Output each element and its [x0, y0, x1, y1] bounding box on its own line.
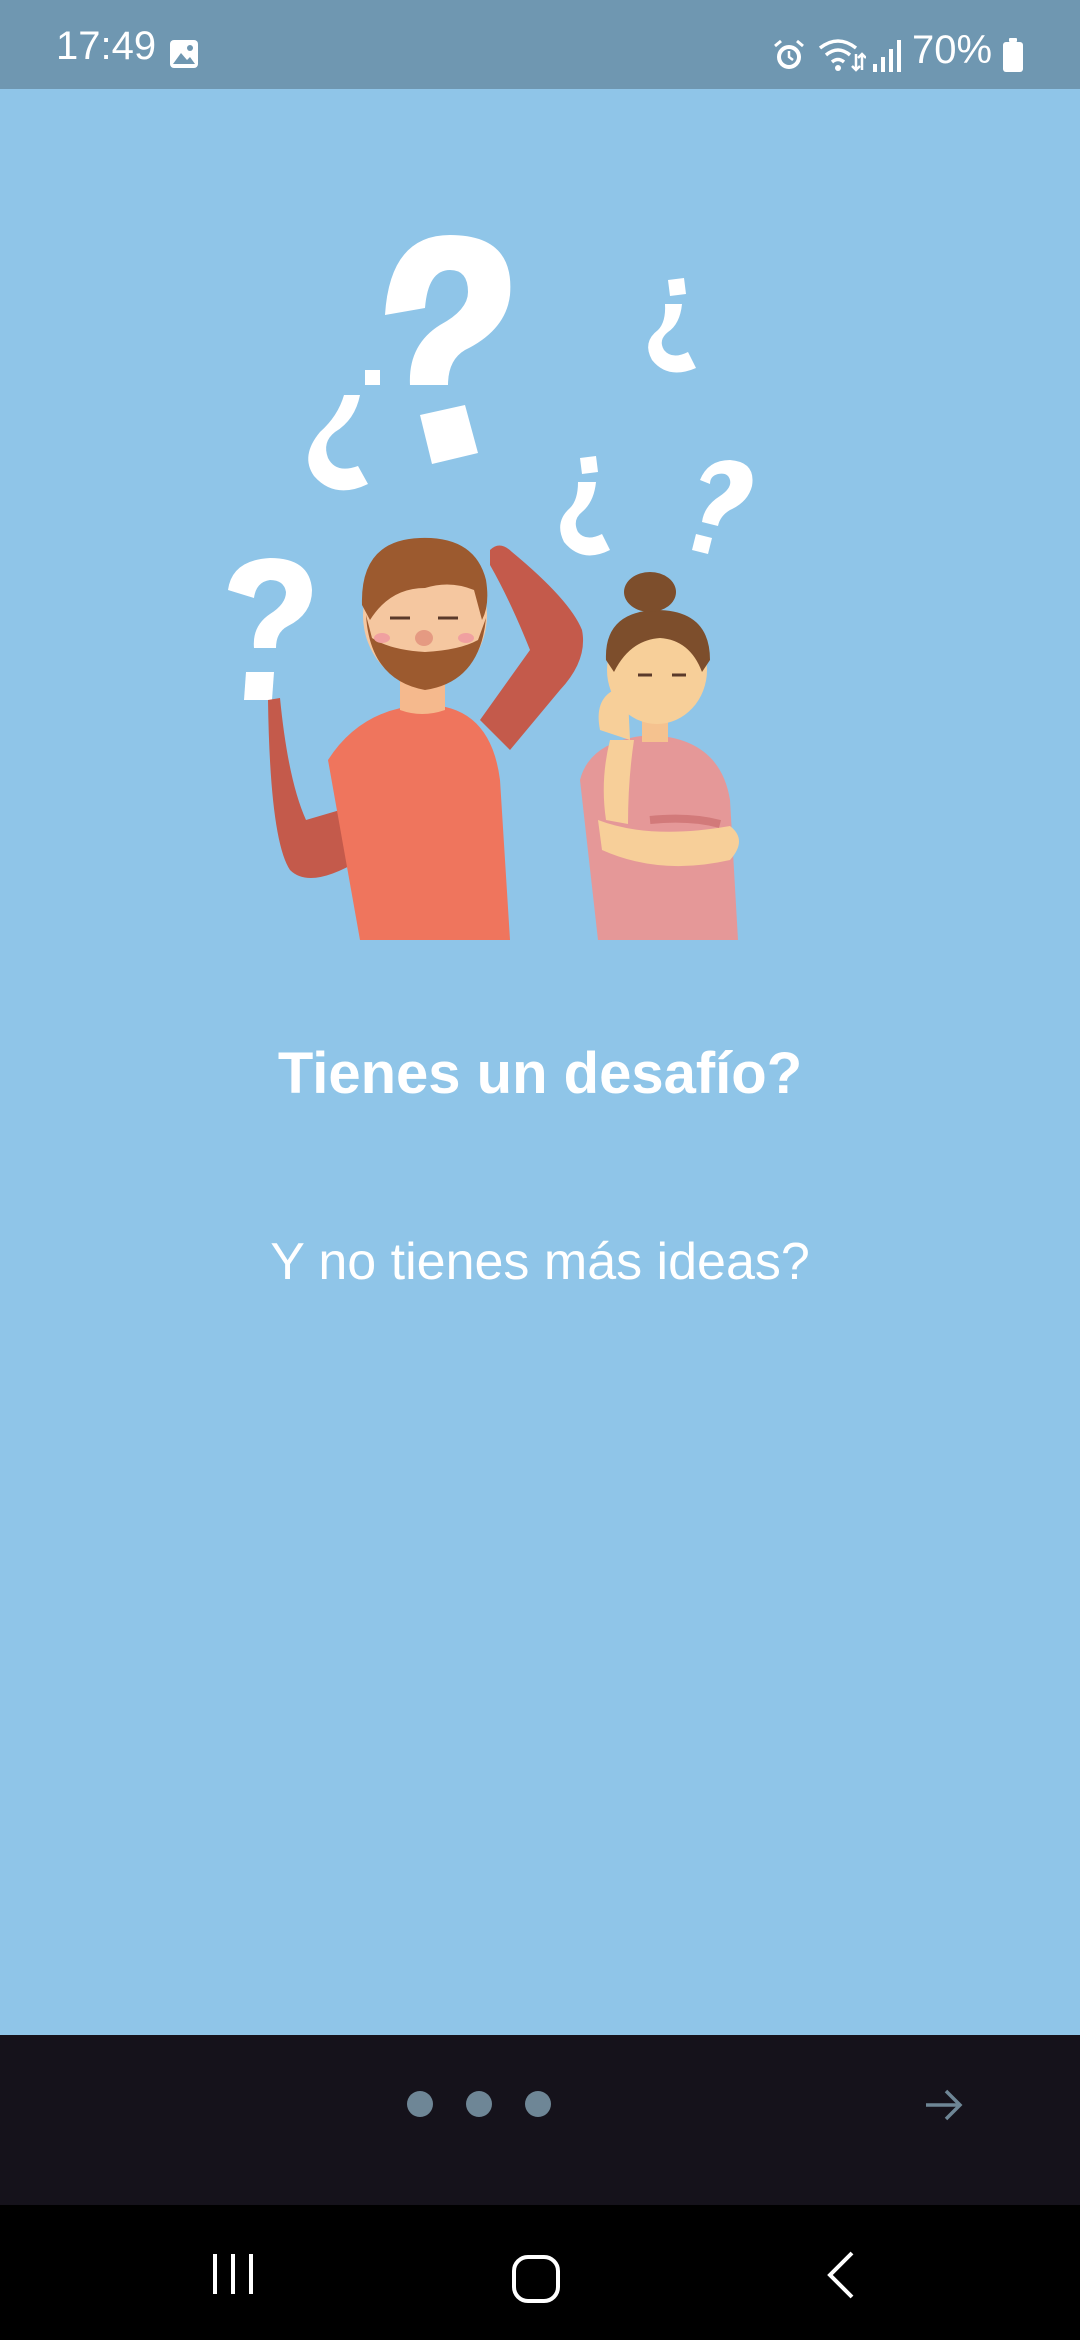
- status-bar: 17:49 70%: [0, 0, 1080, 89]
- status-time: 17:49: [56, 24, 157, 68]
- recents-icon: [213, 2254, 253, 2294]
- back-button[interactable]: [816, 2245, 866, 2305]
- arrow-right-icon: [926, 2089, 963, 2121]
- page-indicator-dot[interactable]: [407, 2091, 433, 2117]
- woman-figure: [580, 572, 739, 940]
- onboarding-screen: 17:49 70% Tienes un desafío? Y no tienes…: [0, 0, 1080, 2340]
- gallery-icon: [170, 40, 198, 68]
- onboarding-bottom-bar: [0, 2035, 1080, 2205]
- signal-icon: [873, 40, 901, 72]
- alarm-icon: [774, 39, 804, 69]
- wifi-icon: [818, 39, 866, 72]
- page-indicator-dot[interactable]: [525, 2091, 551, 2117]
- man-figure: [268, 537, 584, 940]
- confused-couple-illustration: [228, 235, 753, 940]
- slide-title: Tienes un desafío?: [277, 1041, 803, 1106]
- back-icon: [827, 2251, 854, 2299]
- slide-subtitle: Y no tienes más ideas?: [270, 1233, 810, 1291]
- battery-percentage: 70%: [912, 28, 993, 72]
- home-button[interactable]: [506, 2249, 566, 2309]
- home-icon: [512, 2255, 560, 2303]
- system-navigation-bar: [0, 2205, 1080, 2340]
- battery-icon: [1003, 38, 1023, 72]
- next-arrow-button[interactable]: [914, 2075, 974, 2135]
- page-indicator-dot[interactable]: [466, 2091, 492, 2117]
- recents-button[interactable]: [198, 2249, 268, 2299]
